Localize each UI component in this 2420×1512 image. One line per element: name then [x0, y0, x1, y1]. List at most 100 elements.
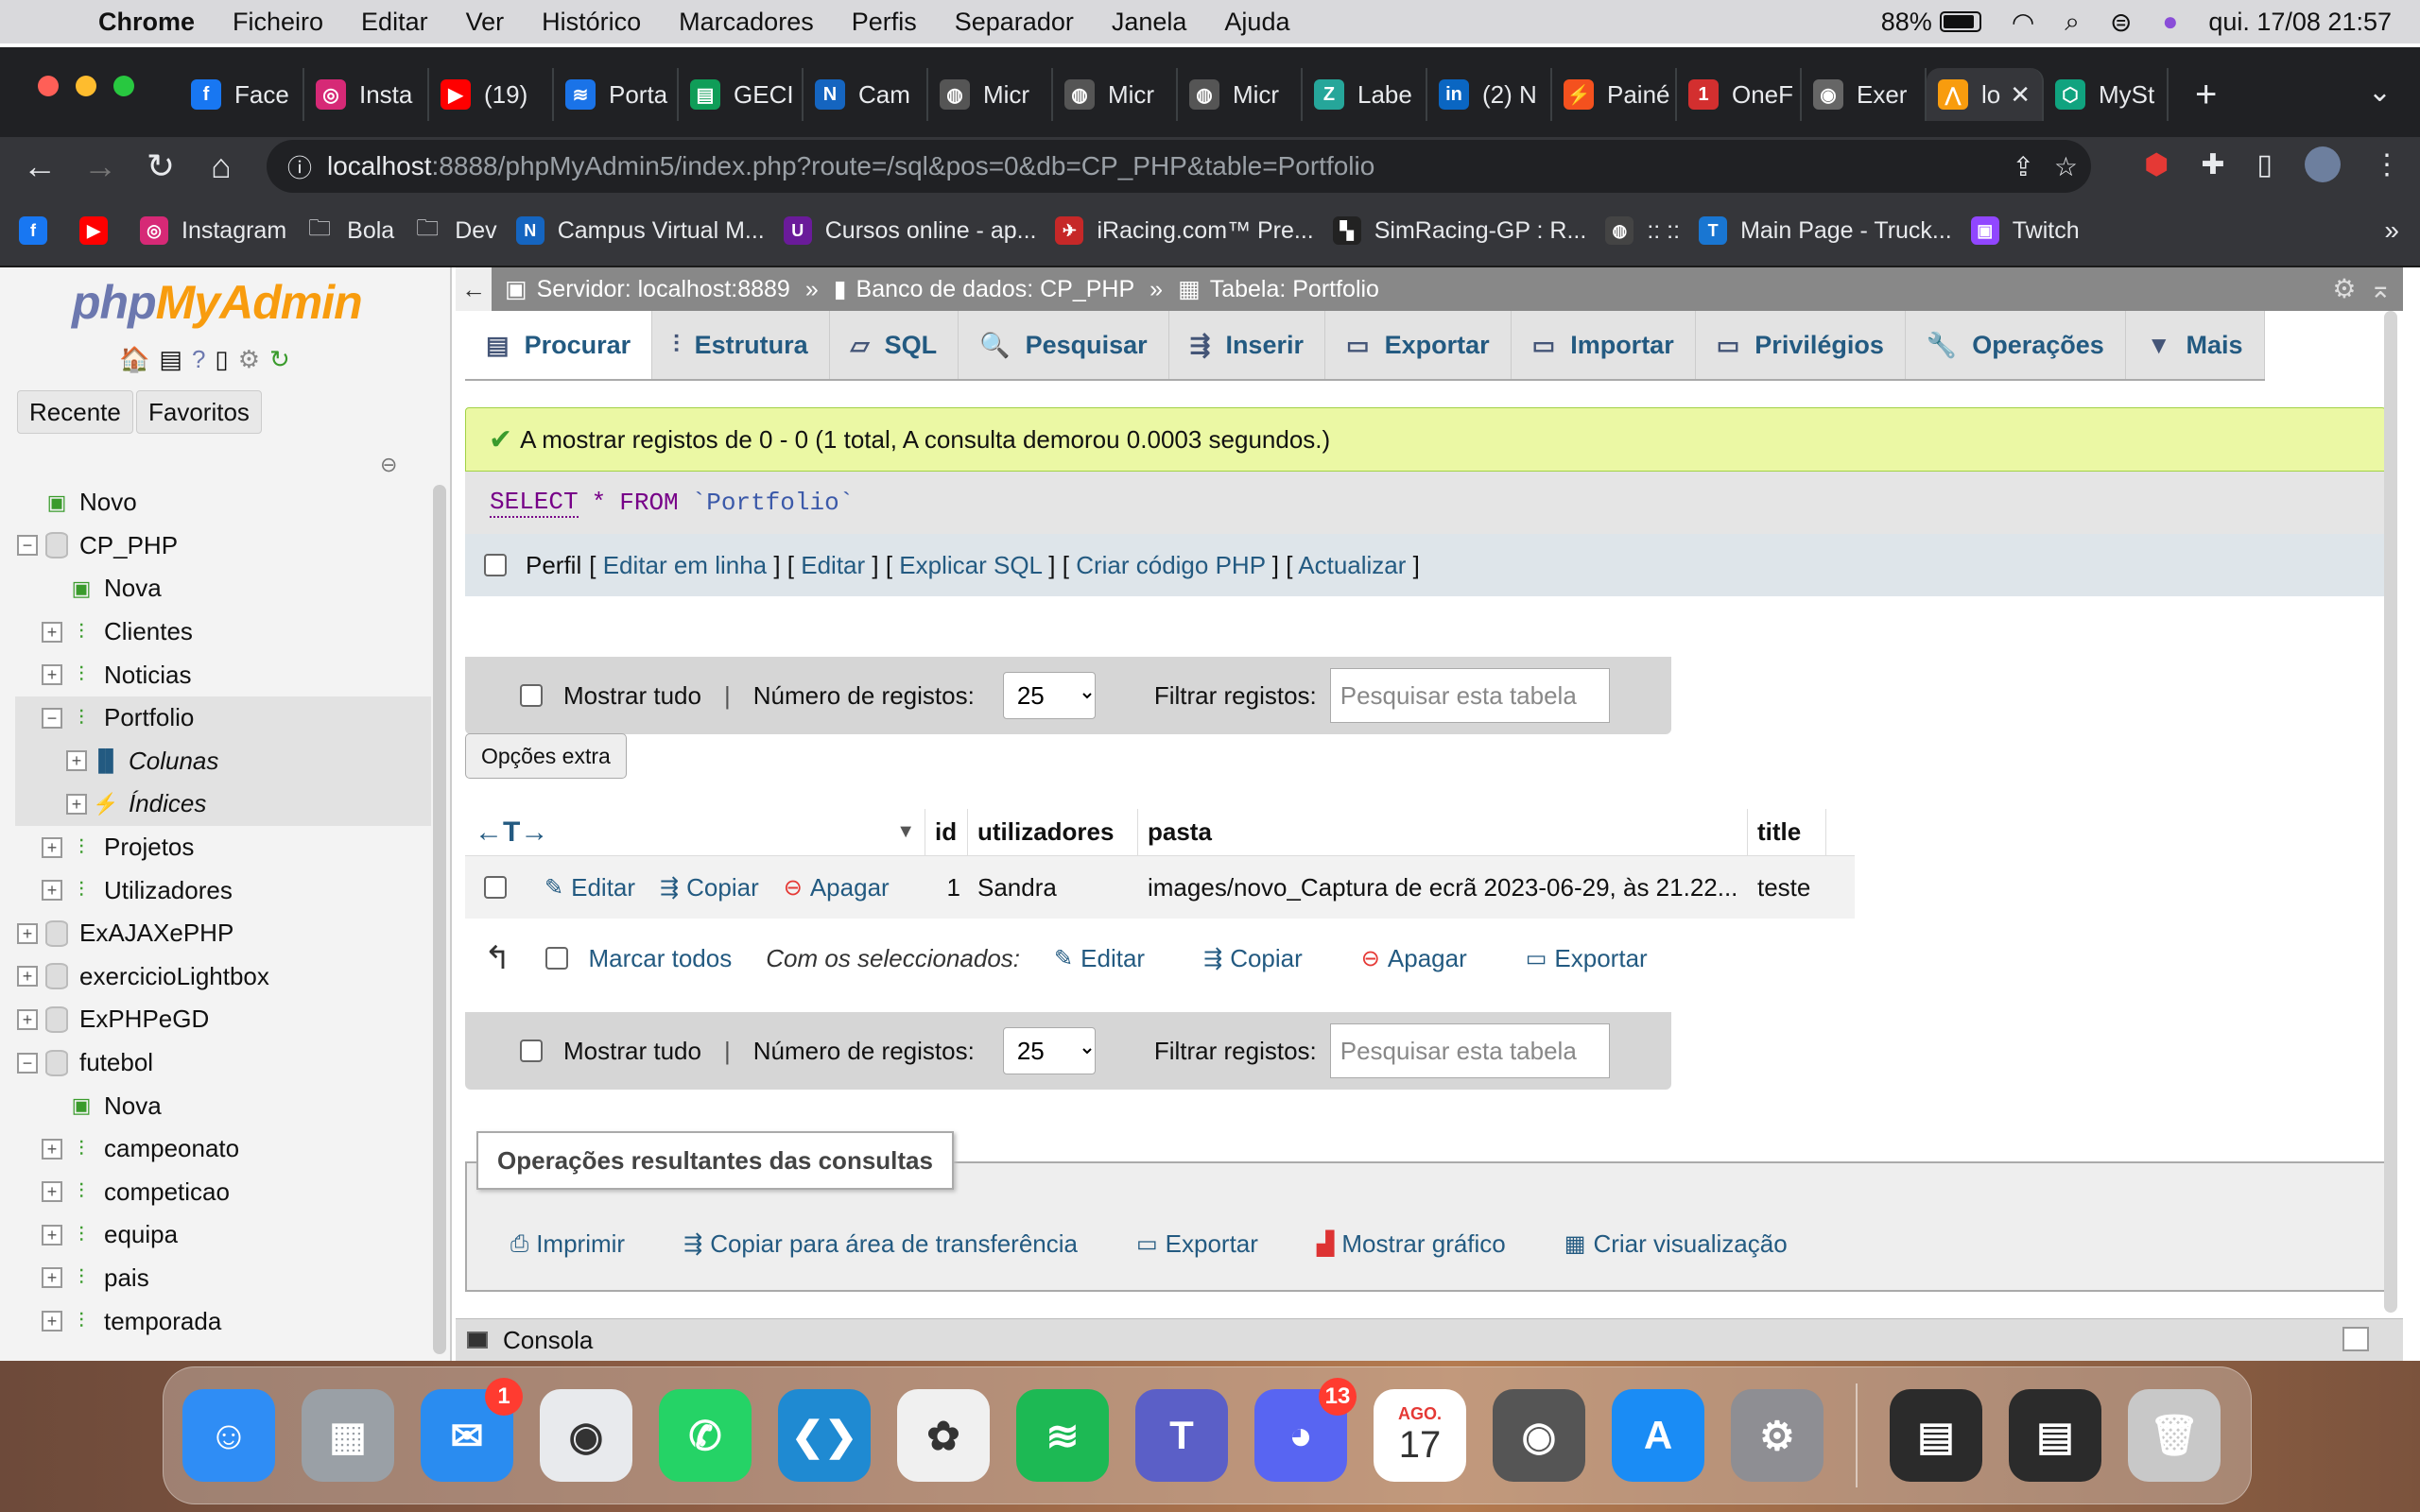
minimize-window-button[interactable]	[76, 76, 96, 96]
selected-edit-button[interactable]: ✎ Editar	[1054, 944, 1145, 973]
dock-spotify-icon[interactable]: ≋	[1016, 1389, 1109, 1482]
tree-node[interactable]: + ⫶ campeonato	[15, 1127, 431, 1171]
browser-tab[interactable]: ◍ Micr	[928, 68, 1053, 121]
dock-mail-icon[interactable]: ✉ 1	[421, 1378, 523, 1482]
col-header-utilizadores[interactable]: utilizadores	[968, 809, 1138, 855]
breadcrumb-table[interactable]: Tabela: Portfolio	[1210, 276, 1379, 303]
row-edit-link[interactable]: ✎ Editar	[544, 873, 635, 902]
close-window-button[interactable]	[38, 76, 59, 96]
tab-exportar[interactable]: ▭ Exportar	[1325, 311, 1512, 379]
bookmark-item[interactable]: f	[19, 216, 60, 245]
tab-sql[interactable]: ▱ SQL	[830, 311, 959, 379]
tree-node[interactable]: ▣ Novo	[15, 481, 431, 524]
help-icon[interactable]: ?	[192, 345, 205, 374]
browser-tab[interactable]: ▤ GECI	[679, 68, 804, 121]
breadcrumb-database[interactable]: Banco de dados: CP_PHP	[856, 276, 1135, 303]
tree-node[interactable]: − futebol	[15, 1041, 431, 1085]
address-bar[interactable]: ⓘ localhost :8888/phpMyAdmin5/index.php?…	[267, 140, 2091, 193]
settings-gear-icon[interactable]: ⚙	[2332, 273, 2356, 304]
nav-scrollbar[interactable]	[433, 485, 446, 1354]
browser-tab[interactable]: Z Labe	[1303, 68, 1427, 121]
home-icon[interactable]: ⌂	[191, 146, 251, 186]
check-all-checkbox[interactable]	[544, 947, 568, 970]
tab-inserir[interactable]: ⇶ Inserir	[1169, 311, 1325, 379]
docs-icon[interactable]: ▯	[215, 345, 228, 374]
num-records-select[interactable]: 25	[1002, 672, 1096, 719]
menu-item-marcadores[interactable]: Marcadores	[679, 8, 814, 37]
col-header-title[interactable]: title	[1748, 809, 1826, 855]
extension-stop-icon[interactable]: ⬢	[2144, 148, 2169, 181]
collapse-top-icon[interactable]: ⌅	[2370, 273, 2392, 304]
expand-node-icon[interactable]: +	[42, 1267, 62, 1289]
tree-node[interactable]: + ⚡ Índices	[15, 782, 431, 826]
bookmark-item[interactable]: U Cursos online - ap...	[783, 216, 1036, 245]
favorites-button[interactable]: Favoritos	[136, 390, 262, 434]
profile-avatar[interactable]	[2305, 146, 2341, 182]
dock-mamp-icon[interactable]: ◉	[1493, 1389, 1585, 1482]
control-center-icon[interactable]: ⊜	[2110, 7, 2132, 38]
profiling-link[interactable]: Explicar SQL	[899, 551, 1042, 579]
profiling-link[interactable]: Actualizar	[1298, 551, 1406, 579]
close-tab-icon[interactable]: ✕	[2010, 80, 2031, 110]
dock-teams-icon[interactable]: T	[1135, 1389, 1228, 1482]
check-all-label[interactable]: Marcar todos	[589, 944, 733, 973]
expand-node-icon[interactable]: +	[17, 922, 38, 944]
dock-discord-icon[interactable]: ◕ 13	[1254, 1378, 1357, 1482]
browser-tab[interactable]: ▶ (19)	[429, 68, 554, 121]
row-checkbox[interactable]	[484, 876, 507, 899]
sql-keyword-select[interactable]: SELECT	[490, 488, 579, 518]
siri-icon[interactable]: ●	[2162, 7, 2178, 37]
recent-button[interactable]: Recente	[17, 390, 133, 434]
browser-tab[interactable]: N Cam	[804, 68, 928, 121]
tree-node[interactable]: ▣ Nova	[15, 567, 431, 610]
tree-node[interactable]: − ⫶ Portfolio	[15, 696, 431, 740]
bookmark-item[interactable]: ✈ iRacing.com™ Pre...	[1055, 216, 1314, 245]
bookmark-item[interactable]: ◍:: ::	[1605, 216, 1680, 245]
dock-launchpad-icon[interactable]: ▦	[302, 1389, 394, 1482]
bookmark-item[interactable]: ▚ SimRacing-GP : R...	[1332, 216, 1586, 245]
menu-item-histórico[interactable]: Histórico	[542, 8, 641, 37]
profiling-checkbox[interactable]	[484, 554, 507, 576]
browser-tab[interactable]: ⋀ lo ✕	[1927, 68, 2044, 121]
show-chart-link[interactable]: ▟ Mostrar gráfico	[1317, 1229, 1506, 1259]
wifi-icon[interactable]: ◠	[2012, 7, 2034, 38]
chrome-menu-icon[interactable]: ⋮	[2373, 148, 2401, 181]
bookmark-item[interactable]: ▶	[79, 216, 121, 245]
column-options-dropdown-icon[interactable]: ▼	[896, 821, 915, 843]
tree-node[interactable]: + ExPHPeGD	[15, 998, 431, 1041]
expand-node-icon[interactable]: +	[42, 836, 62, 858]
dock-trash-icon[interactable]: 🗑	[2128, 1389, 2221, 1482]
tree-node[interactable]: + ⫶ temporada	[15, 1299, 431, 1343]
share-icon[interactable]: ⇪	[2013, 151, 2034, 182]
bookmark-item[interactable]: 🗀 Dev	[413, 215, 496, 245]
forward-arrow-icon[interactable]: →	[70, 146, 130, 186]
breadcrumb-server[interactable]: Servidor: localhost:8889	[537, 276, 790, 303]
tab-pesquisar[interactable]: 🔍 Pesquisar	[959, 311, 1169, 379]
collapse-nav-arrow-icon[interactable]: ←	[456, 267, 492, 311]
browser-tab[interactable]: ◎ Insta	[304, 68, 429, 121]
expand-node-icon[interactable]: +	[42, 1311, 62, 1332]
dock-chrome-icon[interactable]: ◉	[540, 1389, 632, 1482]
tab-mais[interactable]: ▼ Mais	[2126, 311, 2265, 379]
cell-id[interactable]: 1	[925, 856, 968, 919]
tree-node[interactable]: + ExAJAXePHP	[15, 912, 431, 955]
tree-node[interactable]: + ⫶ competicao	[15, 1171, 431, 1214]
tab-importar[interactable]: ▭ Importar	[1512, 311, 1696, 379]
selected-export-button[interactable]: ▭ Exportar	[1526, 944, 1648, 973]
menu-item-ficheiro[interactable]: Ficheiro	[233, 8, 323, 37]
cell-title[interactable]: teste	[1748, 856, 1826, 919]
browser-tab[interactable]: 1 OneF	[1677, 68, 1802, 121]
tab-procurar[interactable]: ▤ Procurar	[465, 311, 653, 379]
console-bar[interactable]: Consola	[456, 1318, 2403, 1361]
selected-delete-button[interactable]: ⊖ Apagar	[1361, 944, 1467, 973]
clock[interactable]: qui. 17/08 21:57	[2208, 8, 2392, 37]
dock-recent-1-icon[interactable]: ▤	[1890, 1389, 1982, 1482]
extensions-puzzle-icon[interactable]: ✚	[2201, 148, 2224, 181]
site-info-icon[interactable]: ⓘ	[287, 149, 312, 184]
home-icon[interactable]: 🏠	[119, 345, 149, 374]
dock-recent-2-icon[interactable]: ▤	[2009, 1389, 2101, 1482]
bookmark-item[interactable]: 🗀 Bola	[305, 215, 394, 245]
show-all-checkbox-bottom[interactable]	[520, 1040, 543, 1062]
tab-privilégios[interactable]: ▭ Privilégios	[1696, 311, 1906, 379]
tree-node[interactable]: + ⫶ equipa	[15, 1213, 431, 1257]
